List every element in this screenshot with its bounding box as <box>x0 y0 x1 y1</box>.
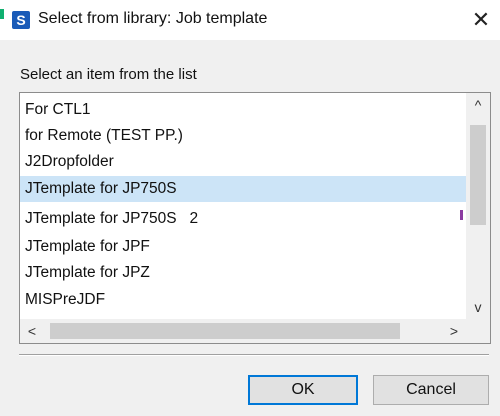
list-items-container: For CTL1 for Remote (TEST PP.) J2Dropfol… <box>20 93 466 319</box>
scroll-down-icon[interactable]: v <box>466 295 490 319</box>
list-item[interactable]: JTemplate for JP750S 2 <box>20 206 466 232</box>
template-listbox[interactable]: For CTL1 for Remote (TEST PP.) J2Dropfol… <box>19 92 491 344</box>
list-item[interactable]: J2Dropfolder <box>20 149 466 175</box>
list-edge-marker <box>460 210 463 220</box>
horizontal-scrollbar[interactable]: < > <box>20 319 466 343</box>
vertical-scrollbar[interactable]: ^ v <box>466 93 490 319</box>
corner-accent <box>0 9 4 19</box>
ok-button[interactable]: OK <box>248 375 358 405</box>
scroll-left-icon[interactable]: < <box>20 319 44 343</box>
scrollbar-corner <box>466 319 490 343</box>
scroll-right-icon[interactable]: > <box>442 319 466 343</box>
divider <box>19 354 489 356</box>
vertical-scroll-thumb[interactable] <box>470 125 486 225</box>
list-item-selected[interactable]: JTemplate for JP750S <box>20 176 466 202</box>
close-button[interactable]: ✕ <box>466 6 496 34</box>
list-item[interactable]: for Remote (TEST PP.) <box>20 123 466 149</box>
horizontal-scroll-thumb[interactable] <box>50 323 400 339</box>
scroll-up-icon[interactable]: ^ <box>466 93 490 117</box>
cancel-button[interactable]: Cancel <box>373 375 489 405</box>
list-item[interactable]: For CTL1 <box>20 97 466 123</box>
dialog-title: Select from library: Job template <box>38 10 268 27</box>
title-bar[interactable]: S Select from library: Job template ✕ <box>0 0 500 40</box>
list-item[interactable]: JTemplate for JPF <box>20 234 466 260</box>
list-prompt-label: Select an item from the list <box>20 66 197 83</box>
app-icon: S <box>12 11 30 29</box>
list-item[interactable]: MISPreJDF <box>20 287 466 313</box>
select-library-dialog: S Select from library: Job template ✕ Se… <box>0 0 500 416</box>
list-item[interactable]: JTemplate for JPZ <box>20 260 466 286</box>
